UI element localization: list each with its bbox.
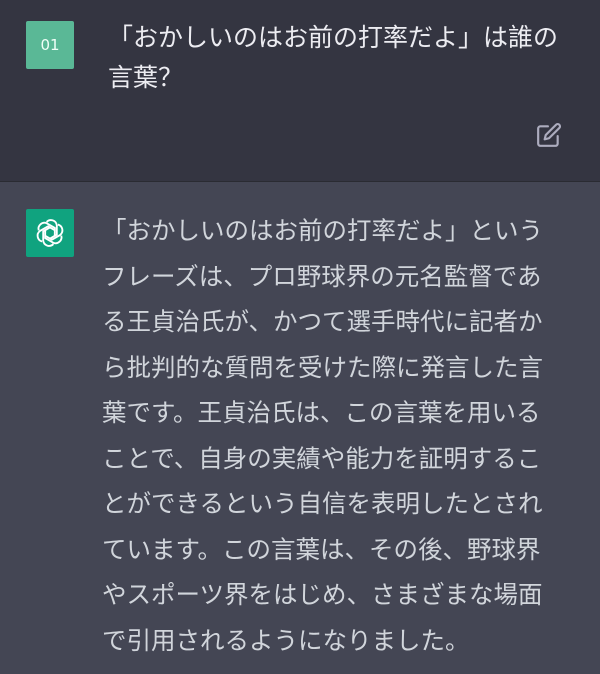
assistant-message: 「おかしいのはお前の打率だよ」というフレーズは、プロ野球界の元名監督である王貞治… (0, 182, 600, 674)
user-message-text: 「おかしいのはお前の打率だよ」は誰の言葉？ (108, 23, 559, 92)
user-message: 01 「おかしいのはお前の打率だよ」は誰の言葉？ (0, 0, 600, 182)
openai-logo-icon (26, 209, 74, 257)
user-avatar: 01 (26, 21, 74, 69)
edit-icon[interactable] (536, 122, 562, 148)
assistant-message-text: 「おかしいのはお前の打率だよ」というフレーズは、プロ野球界の元名監督である王貞治… (102, 216, 543, 655)
